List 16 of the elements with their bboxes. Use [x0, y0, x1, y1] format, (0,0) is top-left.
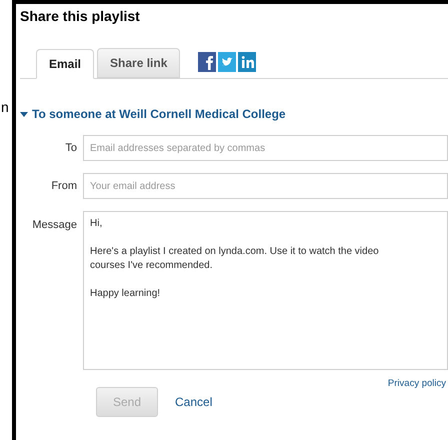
tab[interactable]: Email: [36, 49, 94, 79]
field-label: Message: [31, 218, 78, 233]
dialog-title: Share this playlist: [20, 7, 141, 25]
edge-text: n: [1, 100, 9, 117]
field-label: To: [64, 140, 78, 156]
email-field[interactable]: Email addresses separated by commas: [83, 135, 448, 161]
linkedin-icon[interactable]: [238, 52, 256, 72]
message-field[interactable]: Hi, Here's a playlist I created on lynda.com. Use it to watch the video courses I've recommended. Happy learning!: [83, 211, 448, 370]
facebook-icon[interactable]: [198, 52, 216, 72]
section-heading[interactable]: To someone at Weill Cornell Medical College: [32, 105, 286, 123]
email-field[interactable]: Your email address: [83, 173, 448, 199]
caret-icon[interactable]: [20, 112, 28, 116]
field-label: From: [50, 178, 78, 194]
privacy-link[interactable]: Privacy policy: [388, 377, 446, 392]
cancel-link[interactable]: Cancel: [175, 393, 212, 412]
tab[interactable]: Share link: [97, 48, 180, 78]
